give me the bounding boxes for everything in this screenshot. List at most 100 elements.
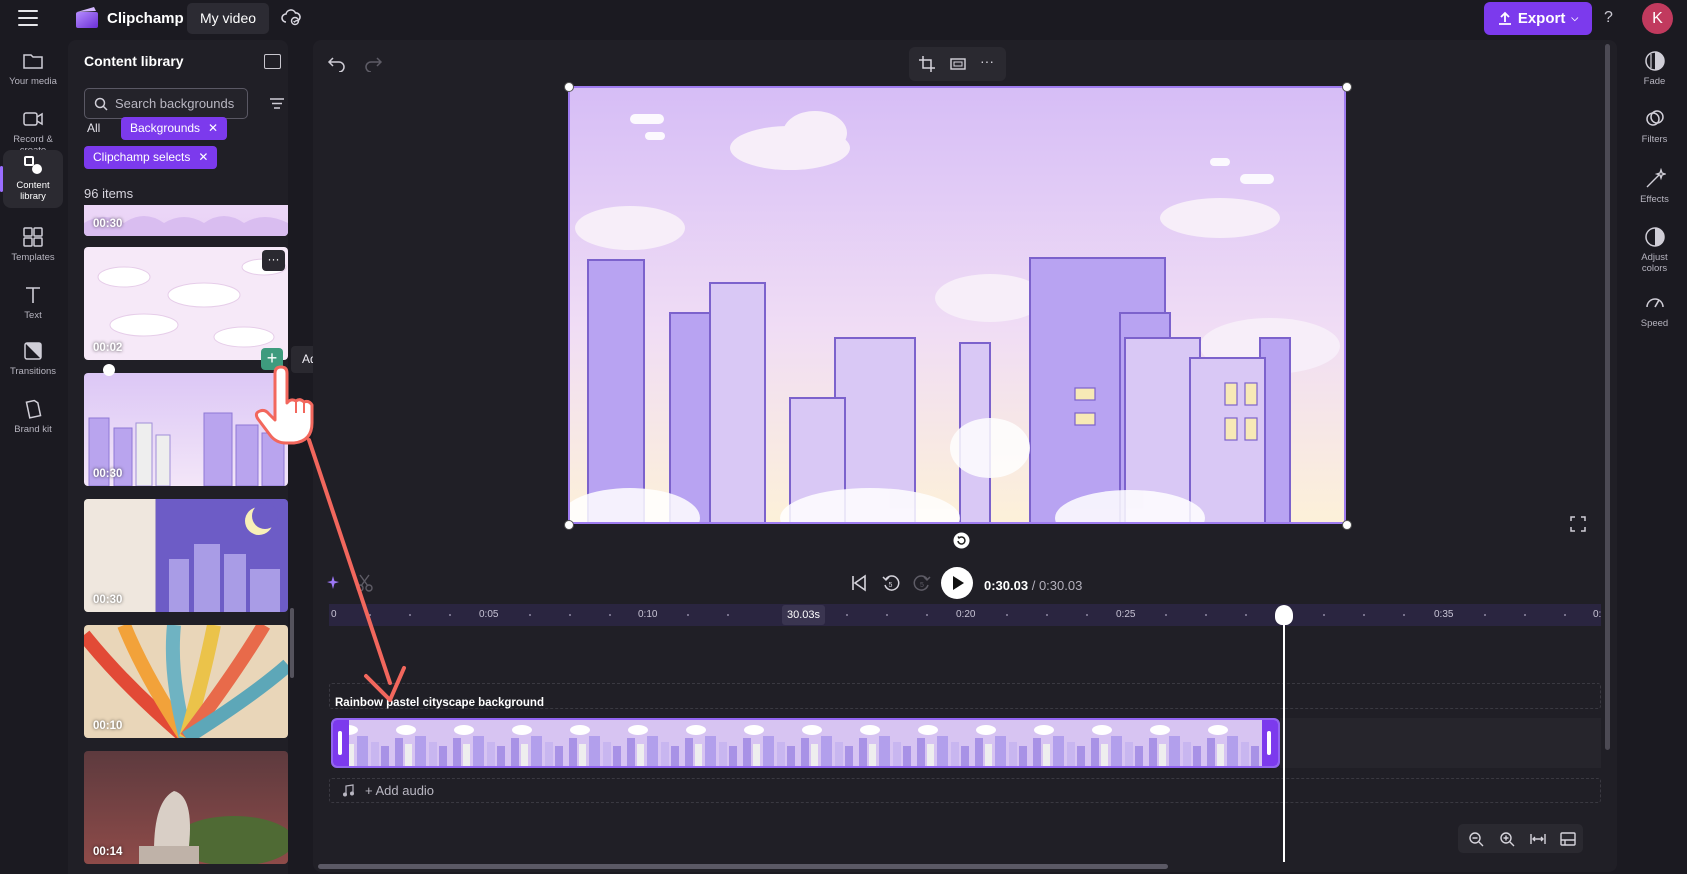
nav-templates[interactable]: Templates: [3, 226, 63, 263]
timeline-ruler[interactable]: 0 0:05 0:10 0:20 0:25 0:35 0:: [329, 604, 1601, 626]
add-audio-label: + Add audio: [365, 783, 435, 798]
add-audio-track[interactable]: + Add audio: [329, 778, 1601, 803]
clipchamp-logo-icon: [76, 7, 98, 28]
zoom-in-icon[interactable]: [1499, 831, 1515, 847]
more-options-button[interactable]: ···: [262, 250, 285, 271]
split-scissors-icon[interactable]: [356, 574, 373, 592]
library-item[interactable]: 00:30: [84, 205, 288, 236]
property-filters[interactable]: Filters: [1622, 108, 1687, 145]
chevron-down-icon: ⌵: [1571, 13, 1579, 23]
panel-title: Content library: [84, 53, 184, 69]
clip-trim-handle-left[interactable]: [333, 720, 349, 766]
project-name[interactable]: My video: [187, 3, 270, 34]
property-label: Filters: [1641, 134, 1668, 145]
speed-icon: [1645, 298, 1664, 308]
nav-label: Brand kit: [14, 424, 52, 435]
effects-icon: [1646, 168, 1666, 188]
search-input[interactable]: Search backgrounds: [84, 88, 248, 119]
help-icon[interactable]: ?: [1604, 9, 1613, 27]
rotate-icon[interactable]: [953, 532, 970, 549]
library-item[interactable]: 00:30: [84, 499, 288, 612]
right-properties-rail: Fade Filters Effects Adjust colors Speed: [1622, 38, 1687, 874]
property-speed[interactable]: Speed: [1622, 292, 1687, 329]
playhead-line: [1283, 606, 1285, 862]
library-item[interactable]: 00:10: [84, 625, 288, 738]
chip-backgrounds[interactable]: Backgrounds ✕: [121, 117, 228, 140]
menu-icon[interactable]: [18, 10, 38, 26]
total-time: / 0:30.03: [1031, 578, 1083, 593]
resize-handle[interactable]: [1342, 82, 1352, 92]
left-nav: Your media Record & create Content libra…: [0, 38, 66, 874]
cloud-sync-icon[interactable]: [281, 8, 301, 26]
ruler-tick: 0:20: [956, 609, 976, 620]
nav-content-library[interactable]: Content library: [0, 150, 63, 208]
timeline-clip[interactable]: [331, 718, 1280, 768]
undo-icon[interactable]: [327, 54, 347, 72]
nav-text[interactable]: Text: [3, 284, 63, 321]
chip-label: All: [87, 121, 101, 135]
timeline-horizontal-scrollbar[interactable]: [318, 864, 1168, 869]
clip-title: Rainbow pastel cityscape background: [335, 697, 544, 709]
chip-label: Backgrounds: [130, 121, 201, 135]
library-item[interactable]: ··· 00:02: [84, 247, 288, 360]
chip-all[interactable]: All: [78, 117, 109, 140]
text-icon: [26, 287, 40, 303]
nav-label: Your media: [9, 76, 57, 87]
property-label: Fade: [1643, 76, 1666, 87]
playback-time: 0:30.03 / 0:30.03: [984, 578, 1082, 593]
property-fade[interactable]: Fade: [1622, 50, 1687, 87]
video-preview[interactable]: [568, 86, 1346, 524]
zoom-controls: [1458, 824, 1583, 853]
property-adjust-colors[interactable]: Adjust colors: [1622, 226, 1687, 274]
property-effects[interactable]: Effects: [1622, 168, 1687, 205]
track-background: [1280, 718, 1601, 768]
ruler-tick: 0:10: [638, 609, 658, 620]
resize-handle[interactable]: [564, 520, 574, 530]
playhead-handle[interactable]: [1275, 605, 1293, 625]
fade-icon: [1644, 51, 1665, 71]
resize-handle[interactable]: [564, 82, 574, 92]
add-to-timeline-button[interactable]: +: [261, 348, 283, 370]
property-label: Effects: [1640, 194, 1669, 205]
more-icon[interactable]: ···: [980, 53, 994, 69]
export-button[interactable]: Export ⌵: [1484, 2, 1592, 35]
filter-icon[interactable]: [262, 88, 292, 119]
timeline-view-icon[interactable]: [1560, 831, 1576, 847]
nav-label: Text: [24, 310, 42, 321]
close-icon[interactable]: ✕: [198, 150, 208, 164]
shapes-icon: [24, 156, 42, 174]
svg-text:5: 5: [889, 582, 893, 589]
editor-vertical-scrollbar[interactable]: [1605, 44, 1610, 750]
library-scrollbar[interactable]: [290, 608, 294, 678]
nav-your-media[interactable]: Your media: [3, 50, 63, 87]
nav-transitions[interactable]: Transitions: [3, 340, 63, 377]
nav-record-create[interactable]: Record & create: [3, 108, 63, 156]
ruler-tick: 0:25: [1116, 609, 1136, 620]
fit-icon[interactable]: [950, 56, 966, 72]
play-button[interactable]: [941, 567, 973, 599]
search-icon: [94, 97, 108, 111]
close-icon[interactable]: ✕: [208, 121, 218, 135]
collapse-panel-icon[interactable]: [264, 54, 281, 69]
nav-brand-kit[interactable]: Brand kit: [3, 398, 63, 435]
clip-trim-handle-right[interactable]: [1262, 720, 1278, 766]
chip-clipchamp-selects[interactable]: Clipchamp selects ✕: [84, 146, 218, 169]
resize-handle[interactable]: [1342, 520, 1352, 530]
skip-back-icon[interactable]: [851, 574, 867, 592]
fit-timeline-icon[interactable]: [1530, 831, 1546, 847]
content-library-panel: Content library Search backgrounds All B…: [68, 40, 294, 874]
library-item[interactable]: 00:30: [84, 373, 288, 486]
library-item[interactable]: 00:14: [84, 751, 288, 864]
redo-icon[interactable]: [363, 54, 383, 72]
nav-label: Content library: [16, 180, 50, 202]
current-time: 0:30.03: [984, 578, 1029, 593]
clipchamp-editor: Clipchamp My video Export ⌵ ? K Your med…: [0, 0, 1687, 874]
avatar[interactable]: K: [1642, 3, 1673, 34]
rewind-5-icon[interactable]: 5: [882, 574, 900, 592]
zoom-out-icon[interactable]: [1468, 831, 1484, 847]
time-badge: 30.03s: [782, 605, 826, 625]
crop-icon[interactable]: [919, 56, 935, 72]
magic-icon[interactable]: [325, 574, 341, 592]
fullscreen-icon[interactable]: [1570, 516, 1586, 532]
forward-5-icon[interactable]: 5: [913, 574, 931, 592]
